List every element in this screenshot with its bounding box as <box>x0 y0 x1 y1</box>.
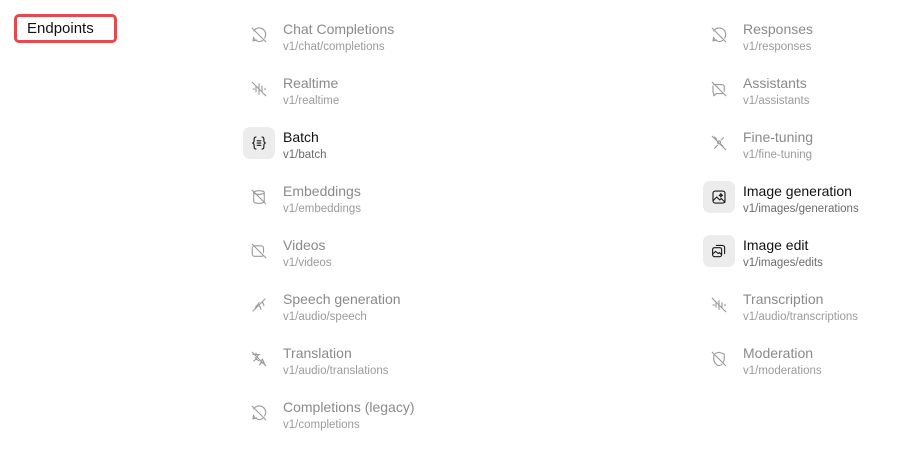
endpoint-translation[interactable]: Translation v1/audio/translations <box>243 343 388 379</box>
endpoint-name: Batch <box>283 129 319 145</box>
endpoint-path: v1/audio/transcriptions <box>743 311 859 323</box>
fine-tuning-off-icon <box>703 127 735 159</box>
embeddings-off-icon <box>243 181 275 213</box>
endpoint-completions-legacy[interactable]: Completions (legacy) v1/completions <box>243 397 415 433</box>
image-edit-icon <box>703 235 735 267</box>
completions-off-icon <box>243 397 275 429</box>
translation-off-icon <box>243 343 275 375</box>
endpoint-fine-tuning[interactable]: Fine-tuning v1/fine-tuning <box>703 127 813 163</box>
endpoint-embeddings[interactable]: Embeddings v1/embeddings <box>243 181 361 217</box>
endpoint-name: Moderation <box>743 345 814 361</box>
video-off-icon <box>243 235 275 267</box>
endpoint-name: Embeddings <box>283 183 361 199</box>
endpoint-name: Chat Completions <box>283 21 395 37</box>
endpoint-speech-generation[interactable]: Speech generation v1/audio/speech <box>243 289 401 325</box>
endpoint-path: v1/images/generations <box>743 203 859 215</box>
endpoint-name: Image generation <box>743 183 852 199</box>
endpoint-path: v1/audio/speech <box>283 311 367 323</box>
endpoint-name: Completions (legacy) <box>283 399 415 415</box>
endpoint-image-generation[interactable]: Image generation v1/images/generations <box>703 181 859 217</box>
endpoint-assistants[interactable]: Assistants v1/assistants <box>703 73 809 109</box>
endpoint-name: Videos <box>283 237 326 253</box>
assistants-off-icon <box>703 73 735 105</box>
endpoint-path: v1/realtime <box>283 95 340 107</box>
endpoint-name: Assistants <box>743 75 807 91</box>
endpoint-name: Fine-tuning <box>743 129 814 145</box>
endpoint-batch[interactable]: Batch v1/batch <box>243 127 326 163</box>
chat-off-icon <box>243 19 275 51</box>
endpoint-moderation[interactable]: Moderation v1/moderations <box>703 343 822 379</box>
endpoint-name: Speech generation <box>283 291 401 307</box>
endpoints-section-label: Endpoints <box>14 14 117 43</box>
endpoint-transcription[interactable]: Transcription v1/audio/transcriptions <box>703 289 858 325</box>
endpoint-path: v1/batch <box>283 149 327 161</box>
endpoint-path: v1/responses <box>743 41 812 53</box>
endpoint-videos[interactable]: Videos v1/videos <box>243 235 332 271</box>
endpoint-path: v1/assistants <box>743 95 810 107</box>
transcription-off-icon <box>703 289 735 321</box>
endpoint-path: v1/videos <box>283 257 332 269</box>
endpoint-path: v1/completions <box>283 419 360 431</box>
realtime-off-icon <box>243 73 275 105</box>
endpoint-path: v1/moderations <box>743 365 822 377</box>
endpoint-path: v1/fine-tuning <box>743 149 813 161</box>
endpoint-responses[interactable]: Responses v1/responses <box>703 19 813 55</box>
endpoint-image-edit[interactable]: Image edit v1/images/edits <box>703 235 823 271</box>
endpoint-name: Realtime <box>283 75 339 91</box>
endpoint-name: Translation <box>283 345 352 361</box>
responses-off-icon <box>703 19 735 51</box>
endpoint-path: v1/embeddings <box>283 203 361 215</box>
endpoint-realtime[interactable]: Realtime v1/realtime <box>243 73 339 109</box>
batch-icon <box>243 127 275 159</box>
endpoint-path: v1/chat/completions <box>283 41 385 53</box>
endpoint-name: Image edit <box>743 237 809 253</box>
endpoint-name: Transcription <box>743 291 824 307</box>
endpoint-path: v1/audio/translations <box>283 365 389 377</box>
endpoint-name: Responses <box>743 21 814 37</box>
image-generation-icon <box>703 181 735 213</box>
endpoint-chat-completions[interactable]: Chat Completions v1/chat/completions <box>243 19 394 55</box>
endpoint-path: v1/images/edits <box>743 257 823 269</box>
moderation-off-icon <box>703 343 735 375</box>
speech-off-icon <box>243 289 275 321</box>
